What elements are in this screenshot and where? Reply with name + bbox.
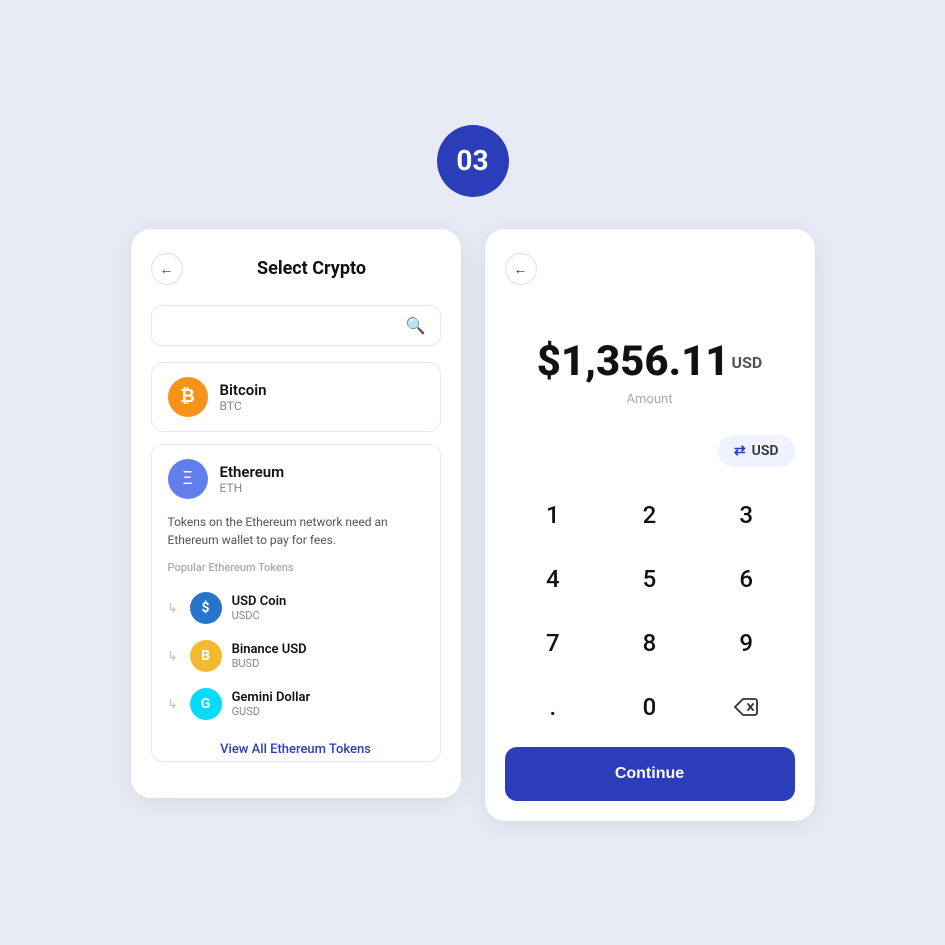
usdc-arrow-icon: ↳ bbox=[168, 601, 178, 615]
key-4[interactable]: 4 bbox=[505, 547, 602, 611]
busd-token[interactable]: ↳ B Binance USD BUSD bbox=[152, 632, 440, 680]
usdc-name: USD Coin bbox=[232, 594, 287, 609]
search-box: 🔍 bbox=[151, 305, 441, 346]
continue-button[interactable]: Continue bbox=[505, 747, 795, 801]
ethereum-expanded: Ξ Ethereum ETH Tokens on the Ethereum ne… bbox=[151, 444, 441, 762]
busd-name: Binance USD bbox=[232, 642, 307, 657]
gusd-info: Gemini Dollar GUSD bbox=[232, 690, 311, 718]
gusd-token[interactable]: ↳ G Gemini Dollar GUSD bbox=[152, 680, 440, 728]
amount-value: $1,356.11 bbox=[537, 337, 730, 386]
bitcoin-symbol: BTC bbox=[220, 399, 267, 413]
right-back-icon: ← bbox=[514, 261, 528, 277]
usdc-token[interactable]: ↳ $ USD Coin USDC bbox=[152, 584, 440, 632]
bitcoin-icon: ₿ bbox=[168, 377, 208, 417]
swap-icon: ⇄ bbox=[734, 443, 746, 459]
right-panel-header: ← bbox=[505, 253, 795, 285]
usdc-symbol: USDC bbox=[232, 609, 287, 622]
amount-display: $1,356.11USD bbox=[505, 337, 795, 386]
ethereum-icon: Ξ bbox=[168, 459, 208, 499]
ethereum-info: Ethereum ETH bbox=[220, 463, 285, 495]
bitcoin-item[interactable]: ₿ Bitcoin BTC bbox=[151, 362, 441, 432]
right-back-button[interactable]: ← bbox=[505, 253, 537, 285]
bitcoin-name: Bitcoin bbox=[220, 381, 267, 399]
amount-panel: ← $1,356.11USD Amount ⇄ USD 1 2 3 4 5 6 … bbox=[485, 229, 815, 821]
busd-icon: B bbox=[190, 640, 222, 672]
search-icon: 🔍 bbox=[406, 316, 426, 335]
ethereum-header[interactable]: Ξ Ethereum ETH bbox=[152, 445, 440, 513]
search-input[interactable] bbox=[166, 317, 406, 333]
key-9[interactable]: 9 bbox=[698, 611, 795, 675]
popular-tokens-label: Popular Ethereum Tokens bbox=[152, 561, 440, 584]
key-0[interactable]: 0 bbox=[601, 675, 698, 739]
select-crypto-panel: ← Select Crypto 🔍 ₿ Bitcoin BTC Ξ Ethere… bbox=[131, 229, 461, 798]
left-back-button[interactable]: ← bbox=[151, 253, 183, 285]
gusd-symbol: GUSD bbox=[232, 705, 311, 718]
key-dot[interactable]: . bbox=[505, 675, 602, 739]
currency-toggle-area: ⇄ USD bbox=[505, 435, 795, 467]
amount-label: Amount bbox=[505, 392, 795, 407]
gusd-arrow-icon: ↳ bbox=[168, 697, 178, 711]
panels-row: ← Select Crypto 🔍 ₿ Bitcoin BTC Ξ Ethere… bbox=[131, 229, 815, 821]
key-3[interactable]: 3 bbox=[698, 483, 795, 547]
left-panel-header: ← Select Crypto bbox=[151, 253, 441, 285]
ethereum-name: Ethereum bbox=[220, 463, 285, 481]
usd-toggle-button[interactable]: ⇄ USD bbox=[718, 435, 795, 467]
key-8[interactable]: 8 bbox=[601, 611, 698, 675]
key-2[interactable]: 2 bbox=[601, 483, 698, 547]
numpad: 1 2 3 4 5 6 7 8 9 . 0 bbox=[505, 483, 795, 739]
select-crypto-title: Select Crypto bbox=[183, 258, 441, 279]
step-number: 03 bbox=[456, 144, 488, 177]
key-7[interactable]: 7 bbox=[505, 611, 602, 675]
gusd-icon: G bbox=[190, 688, 222, 720]
key-6[interactable]: 6 bbox=[698, 547, 795, 611]
usd-badge-label: USD bbox=[752, 443, 779, 459]
ethereum-note: Tokens on the Ethereum network need an E… bbox=[152, 513, 440, 561]
gusd-name: Gemini Dollar bbox=[232, 690, 311, 705]
usdc-icon: $ bbox=[190, 592, 222, 624]
amount-section: $1,356.11USD Amount bbox=[505, 305, 795, 423]
left-back-icon: ← bbox=[160, 261, 174, 277]
key-1[interactable]: 1 bbox=[505, 483, 602, 547]
busd-arrow-icon: ↳ bbox=[168, 649, 178, 663]
step-badge: 03 bbox=[437, 125, 509, 197]
view-all-ethereum-link[interactable]: View All Ethereum Tokens bbox=[152, 728, 440, 761]
amount-currency-label: USD bbox=[732, 353, 763, 372]
busd-symbol: BUSD bbox=[232, 657, 307, 670]
usdc-info: USD Coin USDC bbox=[232, 594, 287, 622]
bitcoin-info: Bitcoin BTC bbox=[220, 381, 267, 413]
busd-info: Binance USD BUSD bbox=[232, 642, 307, 670]
ethereum-symbol: ETH bbox=[220, 481, 285, 495]
key-5[interactable]: 5 bbox=[601, 547, 698, 611]
key-backspace[interactable] bbox=[698, 675, 795, 739]
